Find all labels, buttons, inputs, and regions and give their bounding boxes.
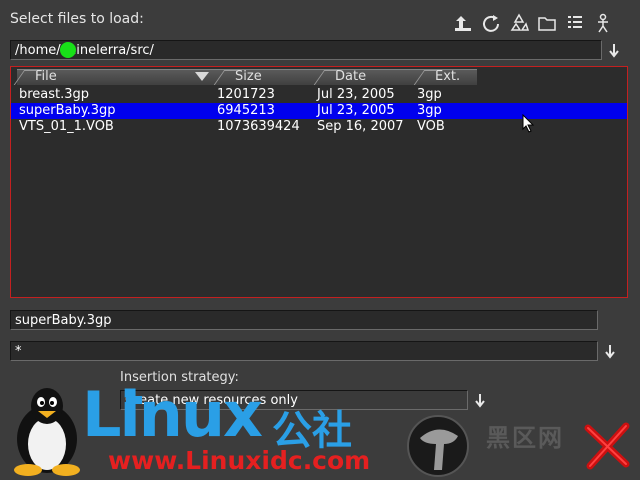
column-header-row: File Size Date Ext. (11, 69, 627, 85)
dialog-title: Select files to load: (10, 11, 144, 27)
file-list[interactable]: File Size Date Ext. breast.3gp 1201723 J… (10, 66, 628, 298)
site-logo-icon (407, 415, 469, 477)
file-name: VTS_01_1.VOB (19, 119, 114, 134)
file-ext: 3gp (417, 103, 442, 118)
watermark-brand: Linux (82, 378, 263, 451)
down-arrow-icon (475, 394, 485, 408)
filename-input[interactable]: superBaby.3gp (10, 310, 598, 330)
column-header-label: Size (235, 69, 262, 84)
figure-icon (598, 13, 608, 33)
list-view-button[interactable] (564, 12, 586, 34)
up-directory-button[interactable] (452, 12, 474, 34)
column-header-label: Date (335, 69, 367, 84)
sort-descending-icon (195, 72, 209, 81)
recycle-button[interactable] (508, 12, 530, 34)
recycle-icon (510, 13, 529, 31)
refresh-button[interactable] (480, 12, 502, 34)
file-date: Jul 23, 2005 (317, 103, 395, 118)
list-view-icon (568, 16, 582, 28)
file-date: Jul 23, 2005 (317, 87, 395, 102)
file-name: superBaby.3gp (19, 103, 116, 118)
column-header-label: Ext. (435, 69, 461, 84)
file-size: 6945213 (217, 103, 275, 118)
file-ext: VOB (417, 119, 445, 134)
file-date: Sep 16, 2007 (317, 119, 404, 134)
toolbar (452, 12, 614, 34)
up-directory-icon (455, 16, 471, 31)
file-ext: 3gp (417, 87, 442, 102)
mouse-pointer-icon (522, 114, 535, 133)
insertion-dropdown-button[interactable] (472, 392, 488, 410)
tux-penguin-icon (14, 388, 80, 476)
filter-dropdown-button[interactable] (602, 343, 618, 361)
column-header-file[interactable]: File (13, 69, 217, 85)
path-dropdown-button[interactable] (606, 42, 622, 60)
column-header-size[interactable]: Size (213, 69, 317, 85)
down-arrow-icon (605, 345, 615, 359)
refresh-icon (483, 15, 499, 32)
new-folder-button[interactable] (536, 12, 558, 34)
column-header-label: File (35, 69, 57, 84)
file-name: breast.3gp (19, 87, 90, 102)
path-input[interactable]: /home/ /cinelerra/src/ (10, 40, 602, 60)
column-header-date[interactable]: Date (313, 69, 417, 85)
down-arrow-icon (609, 44, 619, 58)
close-icon[interactable] (582, 420, 632, 470)
file-size: 1201723 (217, 87, 275, 102)
watermark-cn-text: 黑区网 (486, 424, 564, 452)
file-size: 1073639424 (217, 119, 300, 134)
file-row[interactable]: breast.3gp 1201723 Jul 23, 2005 3gp (11, 87, 627, 103)
filter-input[interactable]: * (10, 341, 598, 361)
column-header-ext[interactable]: Ext. (413, 69, 477, 85)
watermark-url: www.Linuxidc.com (108, 446, 371, 475)
new-folder-icon (538, 17, 556, 31)
redaction-dot (60, 42, 76, 58)
figure-button[interactable] (592, 12, 614, 34)
